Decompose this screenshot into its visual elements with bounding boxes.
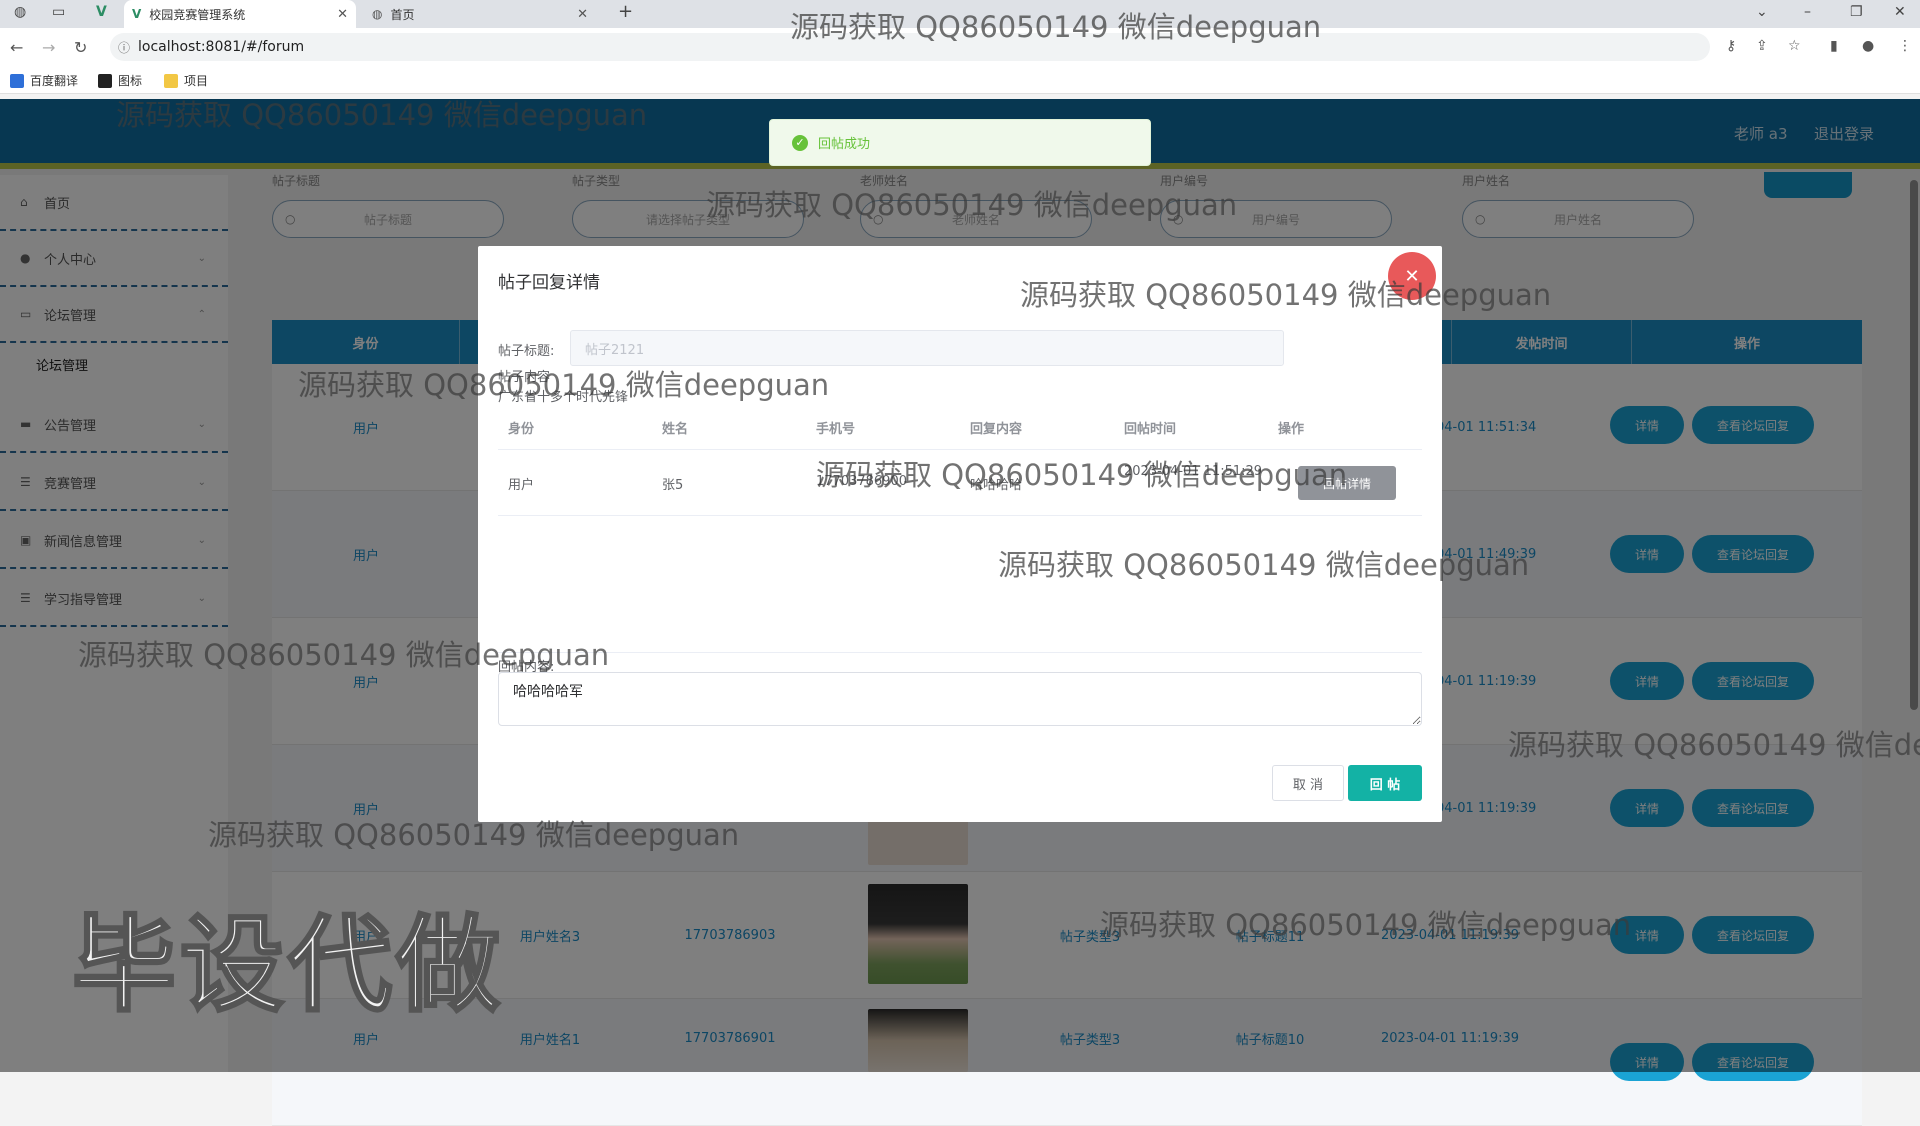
blank-tab-icon[interactable]: ▭ <box>52 4 65 20</box>
cancel-button[interactable]: 取 消 <box>1272 765 1344 801</box>
key-icon[interactable]: ⚷ <box>1726 38 1736 54</box>
vue-icon[interactable]: V <box>96 4 107 20</box>
browser-tabbar: ◍ ▭ V V 校园竞赛管理系统 ✕ ◍ 首页 ✕ + ⌄ – ❐ ✕ <box>0 0 1920 28</box>
url-text: localhost:8081/#/forum <box>138 39 305 55</box>
globe-icon: ◍ <box>372 7 383 21</box>
post-content-label: 帖子内容 <box>498 370 551 385</box>
reply-col-phone: 手机号 <box>816 422 856 437</box>
reply-time: 2023-04-01 11:51:29 <box>1124 464 1263 479</box>
reply-col-action: 操作 <box>1278 422 1305 437</box>
reply-col-name: 姓名 <box>662 422 689 437</box>
reply-detail-dialog: 帖子回复详情 ✕ 帖子标题: 帖子2121 帖子内容 广东省十多个时代先锋 身份… <box>478 246 1442 822</box>
chevron-down-icon[interactable]: ⌄ <box>1756 4 1768 20</box>
reply-col-content: 回复内容 <box>970 422 1023 437</box>
close-icon[interactable]: ✕ <box>1388 252 1436 300</box>
reload-icon[interactable]: ↻ <box>74 38 87 57</box>
restore-icon[interactable]: ❐ <box>1850 4 1863 20</box>
folder-icon <box>164 73 178 88</box>
tab-title: 校园竞赛管理系统 <box>149 7 246 22</box>
bookmarks-bar: 百度翻译 图标 项目 <box>0 66 1920 94</box>
back-icon[interactable]: ← <box>10 38 23 57</box>
reply-name: 张5 <box>662 478 684 493</box>
sidepanel-icon[interactable]: ▮ <box>1830 38 1838 54</box>
new-tab-icon[interactable]: + <box>618 1 633 22</box>
divider <box>498 652 1422 653</box>
share-icon[interactable]: ⇪ <box>1756 38 1768 54</box>
star-icon[interactable]: ☆ <box>1788 38 1801 54</box>
reply-col-identity: 身份 <box>508 422 535 437</box>
address-bar-row: ← → ↻ ⓘ localhost:8081/#/forum ⚷ ⇪ ☆ ▮ ●… <box>0 28 1920 66</box>
reply-phone: 17703786900 <box>816 474 907 489</box>
vue-logo-icon: V <box>132 7 142 21</box>
window-close-icon[interactable]: ✕ <box>1894 4 1906 20</box>
reply-detail-button[interactable]: 回帖详情 <box>1298 466 1396 500</box>
post-title-field[interactable]: 帖子2121 <box>570 330 1284 366</box>
bookmark-project[interactable]: 项目 <box>164 72 208 89</box>
reply-content: 哈哈哈哈 <box>970 478 1023 493</box>
dialog-title: 帖子回复详情 <box>498 273 600 293</box>
success-toast: ✓ 回帖成功 <box>769 119 1151 166</box>
image-icon <box>98 73 112 88</box>
close-tab-icon[interactable]: ✕ <box>577 7 588 22</box>
minimize-icon[interactable]: – <box>1804 4 1811 20</box>
reply-table-row: 用户 张5 17703786900 哈哈哈哈 2023-04-01 11:51:… <box>498 450 1422 516</box>
url-field[interactable]: ⓘ localhost:8081/#/forum <box>110 33 1710 61</box>
success-check-icon: ✓ <box>792 134 808 151</box>
submit-reply-button[interactable]: 回 帖 <box>1348 765 1422 801</box>
post-title-label: 帖子标题: <box>498 344 555 359</box>
translate-icon <box>10 73 24 88</box>
reply-table-header: 身份 姓名 手机号 回复内容 回帖时间 操作 <box>498 402 1422 450</box>
toast-message: 回帖成功 <box>818 137 871 152</box>
menu-icon[interactable]: ⋮ <box>1898 38 1912 54</box>
bookmark-icons[interactable]: 图标 <box>98 72 142 89</box>
forward-icon[interactable]: → <box>42 38 55 57</box>
reply-col-time: 回帖时间 <box>1124 422 1177 437</box>
reply-identity: 用户 <box>508 478 535 493</box>
tab-title: 首页 <box>390 7 415 22</box>
scrollbar[interactable] <box>1910 180 1918 710</box>
tab-home[interactable]: ◍ 首页 ✕ <box>364 0 596 28</box>
close-tab-icon[interactable]: ✕ <box>337 7 348 22</box>
tab-campus-system[interactable]: V 校园竞赛管理系统 ✕ <box>124 0 356 28</box>
info-icon: ⓘ <box>118 40 131 55</box>
profile-icon[interactable]: ● <box>1862 38 1874 54</box>
browser-icon[interactable]: ◍ <box>14 4 26 20</box>
reply-content-input[interactable]: 哈哈哈哈军 <box>498 672 1422 726</box>
bookmark-translate[interactable]: 百度翻译 <box>10 72 78 89</box>
